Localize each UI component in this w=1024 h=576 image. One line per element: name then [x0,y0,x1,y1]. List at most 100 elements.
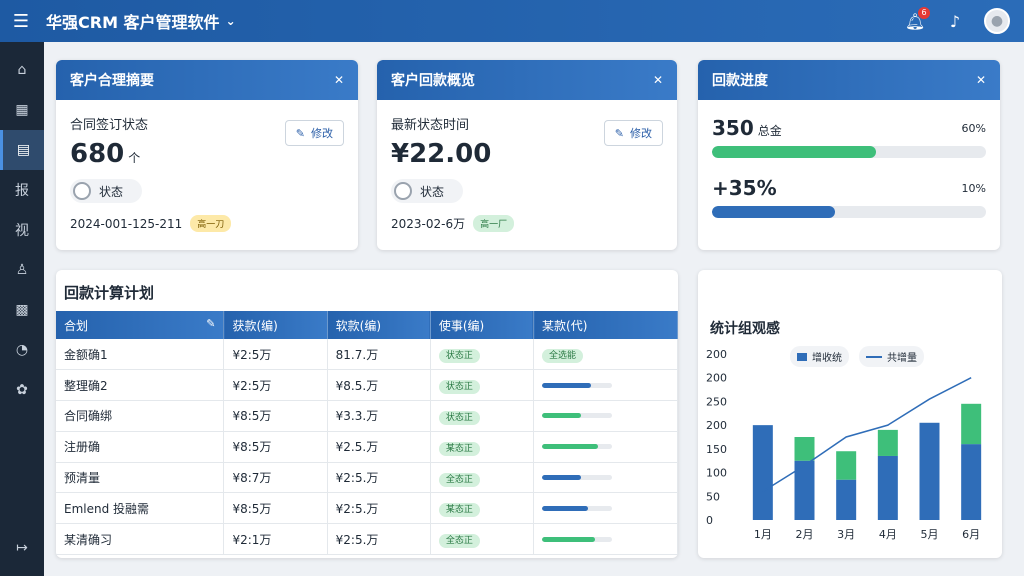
table-cell: 81.7.万 [327,339,431,371]
edit-icon[interactable]: ✎ [206,317,215,330]
table-cell: 全态正 [430,462,535,494]
report-icon[interactable]: 报 [0,170,44,210]
table-cell: 某清确习 [56,523,225,556]
close-icon[interactable]: ✕ [334,73,344,87]
status-badge: 状态正 [438,410,480,425]
y-tick-label: 100 [706,467,727,480]
column-header[interactable]: 使事(编) [430,311,535,339]
edit-button[interactable]: ✎ 修改 [284,120,344,146]
status-badge: 某态正 [438,441,480,456]
notification-icon[interactable]: 🔔︎ 6 [904,6,930,31]
progress-bar [542,475,613,481]
close-icon[interactable]: ✕ [653,73,663,87]
app-title[interactable]: 华强CRM 客户管理软件 ⌄ [46,9,236,33]
dashboard-icon[interactable]: ▦ [0,90,44,130]
card-header: 客户合理摘要 ✕ [56,60,358,100]
column-header[interactable]: 获款(编) [223,311,328,339]
table-cell [533,462,678,494]
x-tick-label: 5月 [921,528,939,541]
home-icon[interactable]: ⌂ [0,50,44,90]
bar-stack [794,437,815,461]
app-title-text: 华强CRM 客户管理软件 [46,13,220,32]
bar-stack [961,403,982,445]
y-tick-label: 0 [706,514,713,527]
table-row[interactable]: 金额确1 ¥2:5万 81.7.万 状态正 全选能 [56,339,678,371]
toggle-knob [73,182,91,200]
status-badge: 高一厂 [473,215,515,232]
progress-percent: 60% [961,121,986,135]
table-cell: ¥8.5.万 [327,369,431,402]
y-tick-label: 200 [706,419,727,432]
column-header[interactable]: 合划 ✎ [56,311,225,339]
table-row[interactable]: 注册确 ¥8:5万 ¥2.5.万 某态正 [56,431,678,463]
table-cell: 金额确1 [56,339,225,371]
table-cell: 某态正 [430,431,535,463]
table-cell: ¥2.5.万 [327,431,431,463]
table-cell: Emlend 投融需 [56,492,225,525]
column-header[interactable]: 软款(编) [327,311,431,339]
y-tick-label: 150 [706,443,727,456]
progress-bar-fill [542,444,599,450]
status-badge: 状态正 [438,349,480,364]
date-row: 2023-02-6万 高一厂 [391,215,663,232]
progress-bar [712,206,986,218]
customer-summary-card: 客户合理摘要 ✕ 合同签订状态 680 个 ✎ 修改 状态 2024-001-125… [56,60,358,250]
status-toggle[interactable]: 状态 [70,179,142,203]
progress-bar [542,505,613,511]
status-badge: 全态正 [438,534,480,549]
status-toggle[interactable]: 状态 [391,179,463,203]
y-tick-label: 200 [706,372,727,385]
bell-icon[interactable]: ♪ [944,12,966,31]
customer-icon[interactable]: 视 [0,210,44,250]
menu-icon[interactable]: ☰ [0,0,42,42]
bar-stack [836,451,857,480]
x-tick-label: 6月 [962,528,980,541]
bar-stack [877,429,898,456]
date-text: 2023-02-6万 [391,217,466,231]
edit-button[interactable]: ✎ 修改 [603,120,663,146]
table-row[interactable]: 预清量 ¥8:7万 ¥2:5.万 全态正 [56,462,678,494]
progress-bar-fill [542,475,581,481]
table-cell: ¥8:5万 [223,400,328,432]
column-header[interactable]: 某款(代) [533,311,678,339]
progress-total: 350 总金 [712,116,782,140]
logout-icon[interactable]: ↦ [0,528,44,568]
toggle-label: 状态 [99,184,124,199]
bar-line-chart: 0 50 100 150 200 250 200 200 1月 2月 3月 4月 5月 6月 [706,348,982,541]
progress-bar [542,444,613,450]
settings-icon[interactable]: ✿ [0,370,44,410]
status-badge: 某态正 [438,503,480,518]
progress-growth: +35% [712,176,777,200]
document-icon[interactable]: ▤ [0,130,44,170]
people-icon[interactable]: ♙ [0,250,44,290]
notification-badge: 6 [918,6,930,19]
bar [961,444,982,520]
table-row[interactable]: 合同确绑 ¥8:5万 ¥3.3.万 状态正 [56,400,678,432]
table-cell: ¥2:1万 [223,523,328,556]
bar [836,479,857,520]
close-icon[interactable]: ✕ [976,73,986,87]
avatar[interactable]: ● [984,8,1010,34]
card-header: 客户回款概览 ✕ [377,60,677,100]
pie-chart-icon[interactable]: ◔ [0,330,44,370]
x-tick-label: 2月 [796,528,814,541]
progress-bar-fill [542,505,588,511]
table-cell: 某态正 [430,492,535,525]
table-cell: ¥2:5万 [223,339,328,371]
table-cell: 注册确 [56,431,225,463]
statistics-chart-card: 统计组观感 增收统 共增量 0 50 100 150 200 250 200 200 1月 2月 3… [698,270,1002,558]
bar [877,455,898,520]
table-cell: ¥3.3.万 [327,400,431,432]
table-title: 回款计算计划 [64,284,155,302]
y-tick-label: 200 [706,348,727,361]
table-cell: ¥2:5.万 [327,523,431,556]
y-tick-label: 250 [706,395,727,408]
table-row[interactable]: 整理确2 ¥2:5万 ¥8.5.万 状态正 [56,369,678,402]
progress-bar-fill [542,536,595,542]
table-row[interactable]: Emlend 投融需 ¥8:5万 ¥2:5.万 某态正 [56,492,678,525]
table-row[interactable]: 某清确习 ¥2:1万 ¥2:5.万 全态正 [56,523,678,556]
progress-bar [542,413,613,419]
date-row: 2024-001-125-211 高一刀 [70,215,344,232]
file-icon[interactable]: ▩ [0,290,44,330]
status-badge: 状态正 [438,380,480,395]
